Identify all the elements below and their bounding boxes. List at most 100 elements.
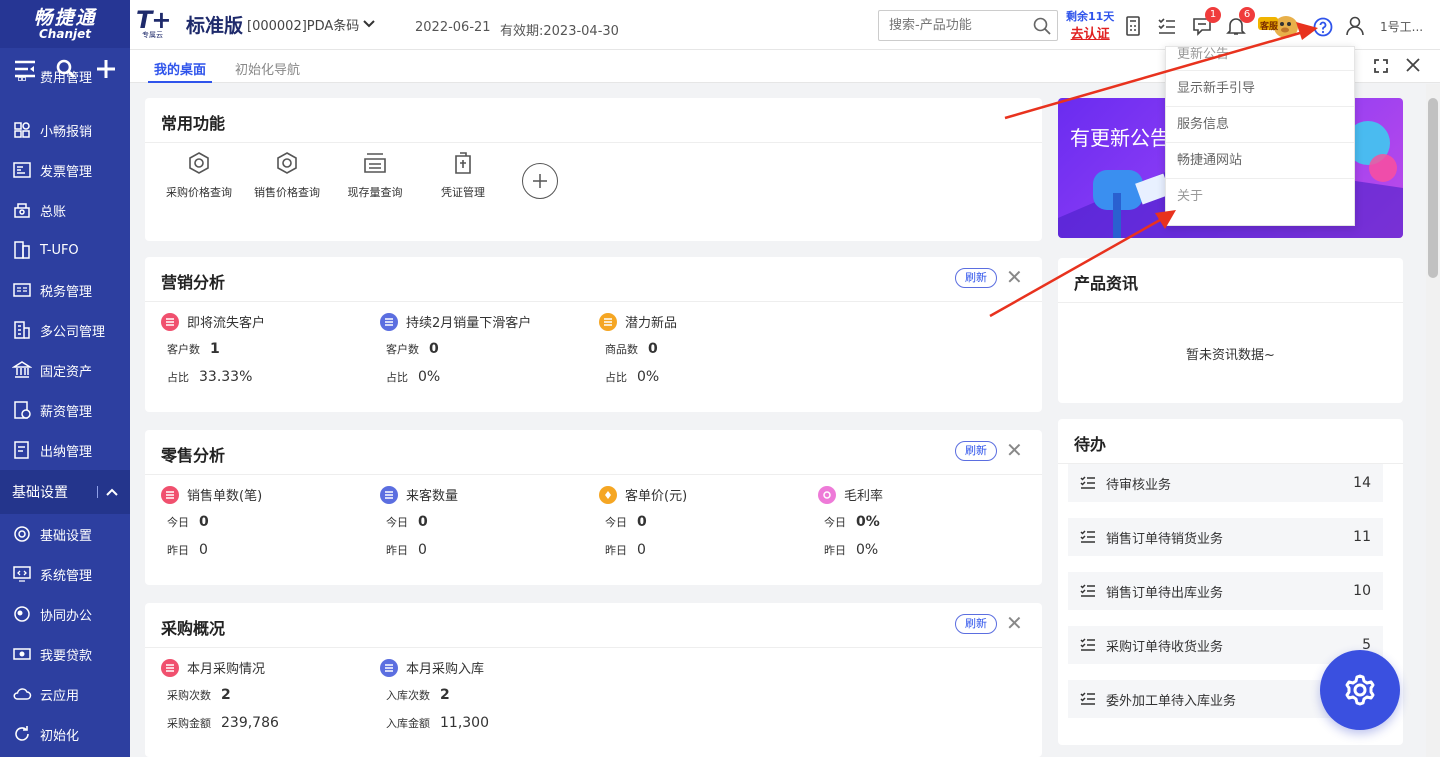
sidebar-item-label: 小畅报销	[40, 124, 93, 140]
todo-count: 14	[1353, 475, 1371, 491]
fullscreen-icon[interactable]	[1374, 59, 1388, 73]
metric-value: 0	[637, 514, 647, 530]
todo-row[interactable]: 待审核业务 14	[1068, 464, 1383, 502]
metric-sales-orders: 销售单数(笔) 今日 0 昨日 0	[161, 485, 262, 560]
certify-link[interactable]: 去认证	[1066, 26, 1114, 44]
sidebar-item-tax[interactable]: 税务管理	[0, 270, 130, 310]
sidebar-group-label: 基础设置	[12, 485, 68, 501]
sidebar-item-reimburse[interactable]: 小畅报销	[0, 110, 130, 150]
account-selector[interactable]: [000002]PDA条码	[247, 15, 359, 34]
search-input[interactable]	[879, 11, 1029, 40]
scrollbar[interactable]	[1426, 84, 1440, 757]
news-empty-text: 暂未资讯数据~	[1186, 348, 1275, 363]
sidebar-item-cloud[interactable]: 云应用	[0, 674, 130, 714]
add-function-button[interactable]	[522, 163, 558, 199]
func-label: 现存量查询	[347, 186, 403, 199]
help-icon[interactable]	[1313, 17, 1333, 37]
sidebar-item-cashier[interactable]: 出纳管理	[0, 430, 130, 470]
close-tab-icon[interactable]	[1406, 58, 1420, 72]
purchase-overview-card: 采购概况 刷新 ✕ 本月采购情况 采购次数 2 采购金额 239,786 本月采购入…	[145, 603, 1042, 757]
metric-churn-customers: 即将流失客户 客户数 1 占比 33.33%	[161, 312, 265, 387]
menu-item-service-info[interactable]: 服务信息	[1166, 107, 1354, 143]
metric-icon	[599, 312, 617, 331]
sidebar-item-system[interactable]: 系统管理	[0, 554, 130, 594]
todo-label: 委外加工单待入库业务	[1106, 693, 1237, 709]
todo-count: 10	[1353, 583, 1371, 599]
sidebar-item-init[interactable]: 初始化	[0, 714, 130, 754]
common-functions-card: 常用功能 采购价格查询 销售价格查询 现存量查询 凭证管理	[145, 98, 1042, 241]
metric-icon	[599, 485, 617, 504]
menu-item-website[interactable]: 畅捷通网站	[1166, 143, 1354, 179]
user-icon[interactable]	[1346, 16, 1364, 36]
task-list-icon	[1080, 692, 1095, 705]
metric-key: 入库金额	[386, 717, 430, 730]
product-sub: 专属云	[142, 31, 163, 39]
edition-label: 标准版	[186, 14, 244, 37]
task-list-icon[interactable]	[1157, 16, 1177, 36]
close-card-icon[interactable]: ✕	[1006, 267, 1023, 287]
service-mascot-icon[interactable]: 客服	[1256, 9, 1300, 41]
metric-key: 占比	[386, 371, 408, 384]
todo-row[interactable]: 销售订单待出库业务 10	[1068, 572, 1383, 610]
metric-title: 销售单数(笔)	[187, 489, 263, 504]
grid-icon	[14, 122, 30, 138]
metric-gross-margin: 毛利率 今日 0% 昨日 0%	[818, 485, 883, 560]
sidebar-item-collab[interactable]: 协同办公	[0, 594, 130, 634]
close-card-icon[interactable]: ✕	[1006, 613, 1023, 633]
sidebar-item-multicompany[interactable]: 多公司管理	[0, 310, 130, 350]
sidebar-item-label: 费用管理	[40, 71, 93, 86]
sidebar-item-tufo[interactable]: T-UFO	[0, 230, 130, 270]
metric-value: 2	[221, 687, 231, 703]
brand-logo[interactable]: 畅捷通 Chanjet	[0, 0, 130, 48]
calculator-icon[interactable]	[1124, 16, 1142, 36]
func-voucher[interactable]: 凭证管理	[423, 150, 503, 200]
refresh-button[interactable]: 刷新	[955, 441, 997, 461]
tab-my-desktop[interactable]: 我的桌面	[147, 59, 213, 83]
bell-icon[interactable]: 6	[1226, 7, 1255, 36]
user-name[interactable]: 1号工...	[1380, 18, 1423, 35]
grid-icon	[18, 77, 26, 81]
product-logo[interactable]: T+ 专属云 标准版 [000002]PDA条码	[136, 6, 376, 39]
message-icon[interactable]: 1	[1192, 7, 1221, 36]
func-sales-price[interactable]: 销售价格查询	[247, 150, 327, 200]
menu-item-announcement[interactable]: 更新公告	[1166, 47, 1354, 71]
settings-fab-button[interactable]	[1320, 650, 1400, 730]
metric-value: 0%	[856, 542, 879, 558]
metric-key: 今日	[167, 516, 189, 529]
func-purchase-price[interactable]: 采购价格查询	[159, 150, 239, 200]
menu-item-about[interactable]: 关于	[1166, 179, 1354, 215]
sidebar-item-fixed-assets[interactable]: 固定资产	[0, 350, 130, 390]
sidebar-item-ledger[interactable]: 总账	[0, 190, 130, 230]
sidebar-item-loan[interactable]: 我要贷款	[0, 634, 130, 674]
metric-title: 本月采购情况	[187, 662, 266, 677]
metric-title: 毛利率	[844, 489, 884, 504]
menu-item-guide[interactable]: 显示新手引导	[1166, 71, 1354, 107]
metric-key: 采购次数	[167, 689, 211, 702]
sidebar-item-basic-settings[interactable]: 基础设置	[0, 514, 130, 554]
todo-row[interactable]: 销售订单待销货业务 11	[1068, 518, 1383, 556]
task-list-icon	[1080, 638, 1095, 651]
metric-title: 来客数量	[406, 489, 459, 504]
close-card-icon[interactable]: ✕	[1006, 440, 1023, 460]
search-box	[878, 10, 1058, 41]
sidebar-item-label: 多公司管理	[40, 324, 106, 340]
sidebar-group-basic[interactable]: 基础设置	[0, 470, 130, 514]
refresh-button[interactable]: 刷新	[955, 268, 997, 288]
metric-title: 本月采购入库	[406, 662, 485, 677]
sidebar-item-label: 我要贷款	[40, 648, 93, 664]
scrollbar-thumb[interactable]	[1428, 98, 1438, 278]
sidebar-item-salary[interactable]: 薪资管理	[0, 390, 130, 430]
tab-init-nav[interactable]: 初始化导航	[235, 59, 300, 78]
metric-icon	[161, 658, 179, 677]
price-query-icon	[189, 152, 209, 174]
card-title: 产品资讯	[1074, 274, 1139, 293]
sidebar-item-invoice[interactable]: 发票管理	[0, 150, 130, 190]
salary-icon	[14, 401, 31, 419]
refresh-button[interactable]: 刷新	[955, 614, 997, 634]
sidebar-item-expense[interactable]: 费用管理	[0, 70, 130, 86]
todo-label: 采购订单待收货业务	[1106, 639, 1224, 655]
metric-value: 0	[637, 542, 646, 558]
func-stock-query[interactable]: 现存量查询	[335, 150, 415, 200]
chevron-down-icon[interactable]	[363, 20, 376, 28]
search-icon[interactable]	[1033, 17, 1051, 35]
